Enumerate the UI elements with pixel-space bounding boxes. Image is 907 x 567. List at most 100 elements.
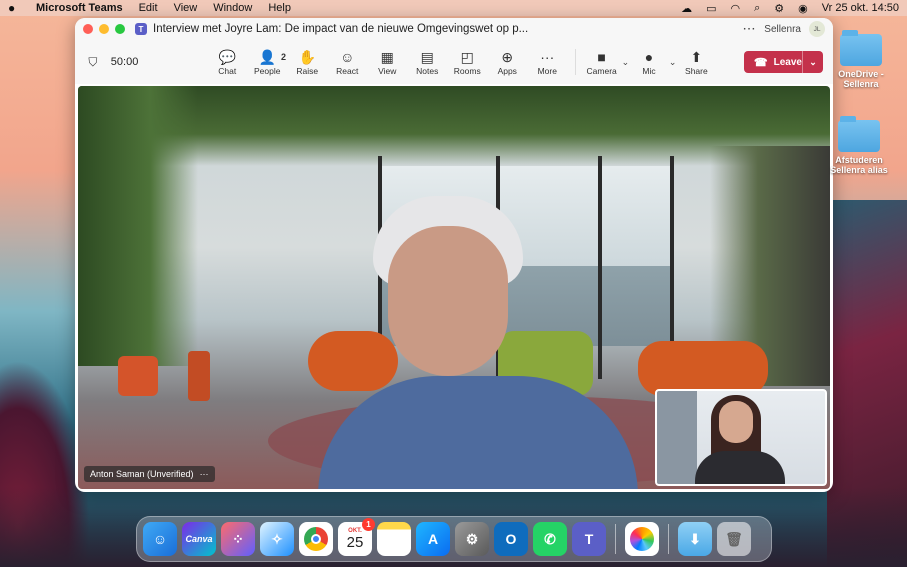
teams-logo-icon: T: [135, 23, 147, 35]
leave-button[interactable]: ☎ Leave ⌄: [743, 51, 823, 73]
calendar-badge: 1: [362, 518, 375, 531]
camera-label: Camera: [586, 66, 617, 76]
calendar-icon[interactable]: OKT. 25 1: [338, 518, 375, 556]
desktop-icon-onedrive[interactable]: OneDrive - Sellenra: [826, 30, 896, 89]
menu-window[interactable]: Window: [213, 2, 252, 14]
share-icon: ⬆: [690, 49, 703, 65]
battery-icon[interactable]: ▭: [706, 2, 716, 15]
meeting-timer: 50:00: [110, 56, 139, 68]
tool-view-button[interactable]: ▦ View: [367, 48, 407, 76]
apps-icon: ⊕: [501, 49, 514, 65]
mic-icon: ●: [644, 49, 654, 65]
tool-label: Notes: [416, 66, 439, 76]
tool-label: View: [378, 66, 397, 76]
fullscreen-window-button[interactable]: [115, 24, 125, 34]
dock: ☺ Canva ⁘ ✧ OKT. 25 1 A ⚙ O ✆ T ⬇ 🗑: [136, 516, 772, 562]
desktop-icon-label: Afstuderen Sellenra alias: [830, 155, 888, 175]
cloud-icon[interactable]: ☁: [681, 2, 692, 15]
siri-icon[interactable]: ◉: [798, 2, 808, 15]
tool-label: More: [537, 66, 557, 76]
launchpad-icon[interactable]: ⁘: [221, 522, 255, 556]
participant-more-icon[interactable]: ···: [200, 469, 209, 479]
menu-edit[interactable]: Edit: [139, 2, 158, 14]
view-grid-icon: ▦: [380, 49, 394, 65]
whatsapp-icon[interactable]: ✆: [533, 522, 567, 556]
notes-app-icon[interactable]: [377, 522, 411, 556]
leave-options-chevron-icon[interactable]: ⌄: [803, 57, 823, 68]
tool-apps-button[interactable]: ⊕ Apps: [487, 48, 527, 76]
dock-separator: [615, 524, 616, 554]
tool-chat-button[interactable]: 💬 Chat: [207, 48, 247, 76]
tool-label: Raise: [296, 66, 319, 76]
tool-notes-button[interactable]: ▤ Notes: [407, 48, 447, 76]
people-icon: 👤 2: [258, 49, 286, 65]
outlook-icon[interactable]: O: [494, 522, 528, 556]
self-view-video[interactable]: [655, 389, 827, 486]
search-icon[interactable]: ⌕: [754, 2, 760, 15]
downloads-folder-icon[interactable]: ⬇: [678, 522, 712, 556]
folder-icon: [840, 30, 882, 66]
speaker-name: Anton Saman (Unverified): [90, 469, 194, 479]
menu-help[interactable]: Help: [268, 2, 291, 14]
mic-label: Mic: [642, 66, 656, 76]
dock-separator: [668, 524, 669, 554]
toolbar-separator: [575, 49, 577, 75]
mic-button[interactable]: ● Mic: [631, 48, 666, 76]
safari-icon[interactable]: ✧: [260, 522, 294, 556]
notes-icon: ▤: [420, 49, 434, 65]
hangup-icon: ☎: [753, 56, 768, 69]
wifi-icon[interactable]: ◠: [730, 2, 740, 15]
react-icon: ☺: [340, 49, 355, 65]
minimize-window-button[interactable]: [99, 24, 109, 34]
chat-icon: 💬: [218, 49, 236, 65]
account-avatar[interactable]: JL: [809, 21, 825, 37]
desktop-icon-afstuderen[interactable]: Afstuderen Sellenra alias: [824, 116, 894, 175]
camera-button[interactable]: ■ Camera: [584, 48, 619, 76]
camera-options-chevron-icon[interactable]: ⌄: [619, 57, 631, 68]
teams-icon[interactable]: T: [572, 522, 606, 556]
apple-menu-icon[interactable]: ●: [8, 1, 22, 15]
tool-react-button[interactable]: ☺ React: [327, 48, 367, 76]
tool-label: People: [254, 66, 281, 76]
rooms-icon: ◰: [460, 49, 474, 65]
shield-icon[interactable]: ⛉: [85, 55, 101, 70]
leave-label: Leave: [773, 56, 802, 68]
share-label: Share: [685, 66, 708, 76]
menu-clock[interactable]: Vr 25 okt. 14:50: [822, 2, 899, 14]
share-button[interactable]: ⬆ Share: [679, 48, 714, 76]
more-icon: ···: [540, 49, 555, 65]
meeting-title: Interview met Joyre Lam: De impact van d…: [153, 23, 529, 35]
system-settings-icon[interactable]: ⚙: [455, 522, 489, 556]
menu-app-name[interactable]: Microsoft Teams: [36, 2, 123, 14]
title-bar: T Interview met Joyre Lam: De impact van…: [75, 18, 833, 40]
calendar-day: 25: [346, 533, 364, 551]
close-window-button[interactable]: [83, 24, 93, 34]
speaker-video: [318, 196, 638, 489]
chrome-icon[interactable]: [299, 522, 333, 556]
tool-label: Chat: [218, 66, 237, 76]
tool-label: React: [336, 66, 359, 76]
people-count-badge: 2: [280, 52, 286, 62]
tool-label: Apps: [497, 66, 517, 76]
meeting-toolbar: ⛉ 50:00 💬 Chat 👤 2 People ✋ Raise ☺ React ▦ View ▤ N…: [75, 40, 833, 84]
teams-meeting-window: T Interview met Joyre Lam: De impact van…: [75, 18, 833, 492]
speaker-name-tag[interactable]: Anton Saman (Unverified) ···: [84, 466, 215, 482]
trash-icon[interactable]: 🗑: [717, 522, 751, 556]
finder-icon[interactable]: ☺: [143, 522, 177, 556]
app-store-icon[interactable]: A: [416, 522, 450, 556]
tool-people-button[interactable]: 👤 2 People: [247, 48, 287, 76]
raise-hand-icon: ✋: [298, 49, 316, 65]
desktop-icon-label: OneDrive - Sellenra: [838, 69, 884, 89]
control-center-icon[interactable]: ⚙: [774, 2, 784, 15]
tool-more-button[interactable]: ··· More: [527, 48, 567, 76]
photos-icon[interactable]: [625, 522, 659, 556]
account-name[interactable]: Sellenra: [764, 24, 801, 35]
canva-icon[interactable]: Canva: [182, 522, 216, 556]
more-options-icon[interactable]: ···: [743, 24, 756, 35]
tool-raise-button[interactable]: ✋ Raise: [287, 48, 327, 76]
tool-rooms-button[interactable]: ◰ Rooms: [447, 48, 487, 76]
menu-view[interactable]: View: [174, 2, 198, 14]
menu-bar: ● Microsoft Teams Edit View Window Help …: [0, 0, 907, 16]
main-video[interactable]: Anton Saman (Unverified) ···: [78, 86, 830, 489]
mic-options-chevron-icon[interactable]: ⌄: [667, 57, 679, 68]
